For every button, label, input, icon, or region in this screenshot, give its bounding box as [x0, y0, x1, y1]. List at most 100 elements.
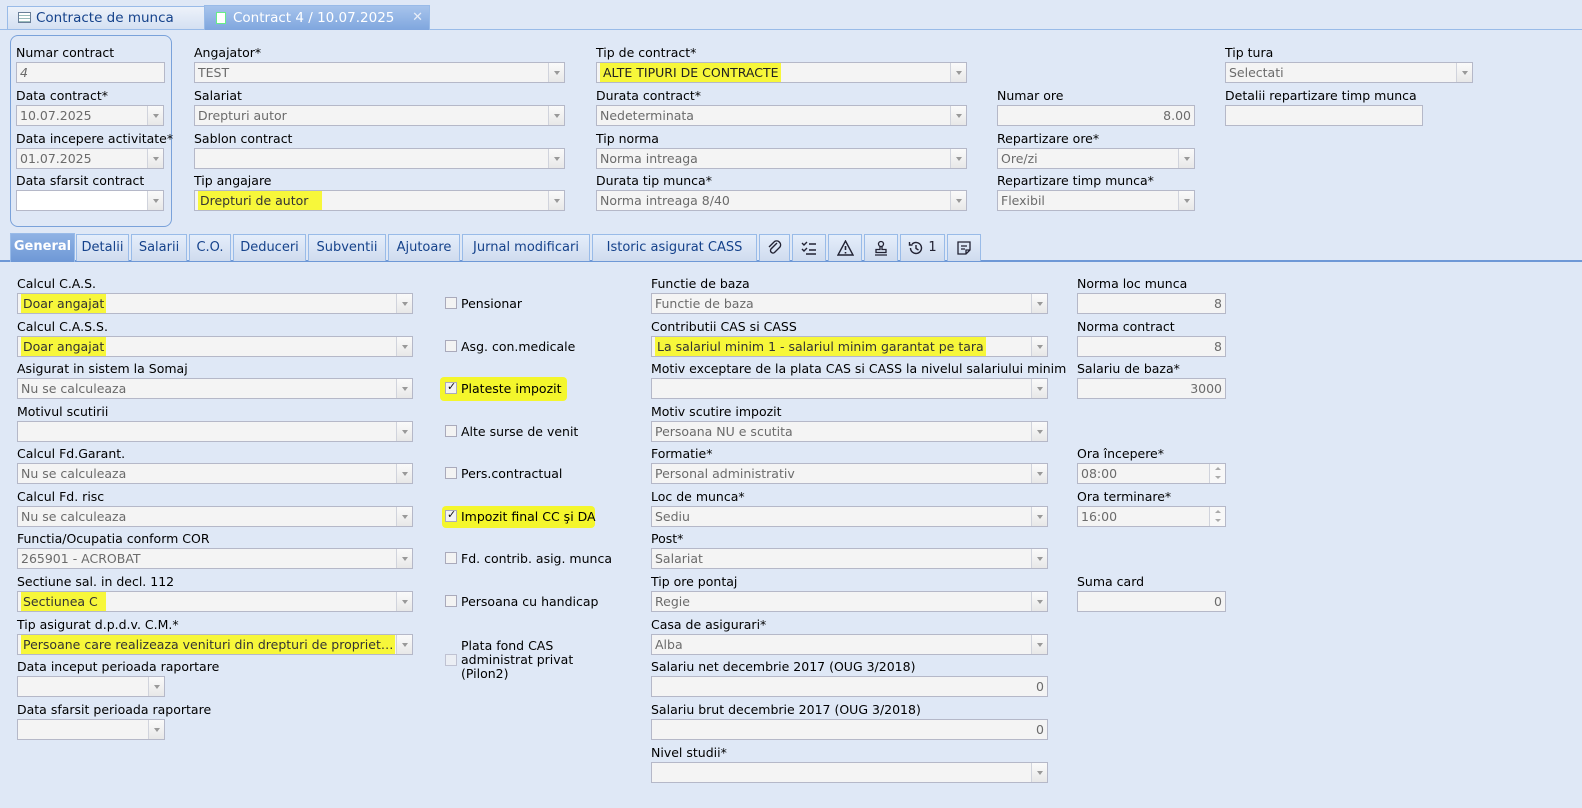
- repartizare-ore-field[interactable]: Ore/zi: [997, 148, 1195, 169]
- dropdown-icon[interactable]: [396, 294, 412, 313]
- tip-asigurat-field[interactable]: Persoane care realizeaza venituri din dr…: [17, 634, 413, 655]
- tab-general[interactable]: General: [10, 233, 75, 262]
- tab-jurnal-modificari[interactable]: Jurnal modificari: [462, 234, 590, 261]
- tab-contracte-de-munca[interactable]: Contracte de munca: [7, 6, 205, 29]
- dropdown-icon[interactable]: [1031, 592, 1047, 611]
- dropdown-icon[interactable]: [396, 379, 412, 398]
- dropdown-icon[interactable]: [548, 63, 564, 82]
- cor-field[interactable]: 265901 - ACROBAT: [17, 548, 413, 569]
- norma-contract-field[interactable]: 8: [1077, 336, 1226, 357]
- persoana-handicap-checkbox[interactable]: [445, 595, 457, 607]
- dropdown-icon[interactable]: [1031, 763, 1047, 782]
- alte-surse-checkbox[interactable]: [445, 425, 457, 437]
- date-trigger-icon[interactable]: [147, 106, 163, 125]
- dropdown-icon[interactable]: [396, 464, 412, 483]
- data-sfarsit-raportare-field[interactable]: [17, 719, 165, 740]
- fd-contrib-checkbox[interactable]: [445, 552, 457, 564]
- loc-de-munca-field[interactable]: Sediu: [651, 506, 1048, 527]
- date-trigger-icon[interactable]: [147, 149, 163, 168]
- casa-asigurari-field[interactable]: Alba: [651, 634, 1048, 655]
- dropdown-icon[interactable]: [396, 635, 412, 654]
- tab-stamp[interactable]: [864, 234, 898, 261]
- tab-istoric-asigurat-cass[interactable]: Istoric asigurat CASS: [592, 234, 757, 261]
- pensionar-checkbox[interactable]: [445, 297, 457, 309]
- date-trigger-icon[interactable]: [148, 720, 164, 739]
- dropdown-icon[interactable]: [1031, 507, 1047, 526]
- dropdown-icon[interactable]: [1031, 379, 1047, 398]
- repartizare-timp-field[interactable]: Flexibil: [997, 190, 1195, 211]
- fd-garant-field[interactable]: Nu se calculeaza: [17, 463, 413, 484]
- dropdown-icon[interactable]: [396, 337, 412, 356]
- sablon-field[interactable]: [194, 148, 565, 169]
- tab-ajutoare[interactable]: Ajutoare: [388, 234, 460, 261]
- dropdown-icon[interactable]: [1031, 549, 1047, 568]
- calcul-cass-field[interactable]: Doar angajat: [17, 336, 413, 357]
- tab-notes[interactable]: [947, 234, 981, 261]
- detalii-repartizare-field[interactable]: [1225, 105, 1423, 126]
- tab-warnings[interactable]: [828, 234, 862, 261]
- durata-contract-field[interactable]: Nedeterminata: [596, 105, 967, 126]
- numar-contract-field[interactable]: 4: [16, 62, 165, 83]
- suma-card-field[interactable]: 0: [1077, 591, 1226, 612]
- data-contract-field[interactable]: 10.07.2025: [16, 105, 164, 126]
- tab-contract-4[interactable]: Contract 4 / 10.07.2025 ✕: [204, 5, 430, 30]
- tip-tura-field[interactable]: Selectati: [1225, 62, 1473, 83]
- plateste-impozit-checkbox[interactable]: [445, 380, 457, 394]
- tip-norma-field[interactable]: Norma intreaga: [596, 148, 967, 169]
- dropdown-icon[interactable]: [1031, 464, 1047, 483]
- tip-ore-pontaj-field[interactable]: Regie: [651, 591, 1048, 612]
- calcul-cas-field[interactable]: Doar angajat: [17, 293, 413, 314]
- spinner-icon[interactable]: [1209, 464, 1225, 483]
- tab-subventii[interactable]: Subventii: [308, 234, 386, 261]
- dropdown-icon[interactable]: [1031, 635, 1047, 654]
- date-trigger-icon[interactable]: [147, 191, 163, 210]
- tip-contract-field[interactable]: ALTE TIPURI DE CONTRACTE: [596, 62, 967, 83]
- tip-angajare-field[interactable]: Drepturi de autor: [194, 190, 565, 211]
- dropdown-icon[interactable]: [396, 549, 412, 568]
- post-field[interactable]: Salariat: [651, 548, 1048, 569]
- tab-detalii[interactable]: Detalii: [76, 234, 129, 261]
- tab-deduceri[interactable]: Deduceri: [233, 234, 306, 261]
- dropdown-icon[interactable]: [548, 191, 564, 210]
- salariu-net-2017-field[interactable]: 0: [651, 676, 1048, 697]
- tab-attachments[interactable]: [759, 234, 790, 261]
- close-icon[interactable]: ✕: [412, 6, 423, 30]
- dropdown-icon[interactable]: [950, 149, 966, 168]
- nivel-studii-field[interactable]: [651, 762, 1048, 783]
- dropdown-icon[interactable]: [396, 507, 412, 526]
- dropdown-icon[interactable]: [950, 63, 966, 82]
- date-trigger-icon[interactable]: [148, 677, 164, 696]
- salariu-baza-field[interactable]: 3000: [1077, 378, 1226, 399]
- norma-loc-munca-field[interactable]: 8: [1077, 293, 1226, 314]
- dropdown-icon[interactable]: [950, 106, 966, 125]
- ora-incepere-field[interactable]: 08:00: [1077, 463, 1226, 484]
- dropdown-icon[interactable]: [950, 191, 966, 210]
- dropdown-icon[interactable]: [1031, 422, 1047, 441]
- numar-ore-field[interactable]: 8.00: [997, 105, 1195, 126]
- salariu-brut-2017-field[interactable]: 0: [651, 719, 1048, 740]
- tab-checklist[interactable]: [792, 234, 826, 261]
- tab-co[interactable]: C.O.: [189, 234, 231, 261]
- impozit-final-checkbox[interactable]: [445, 508, 457, 522]
- angajator-field[interactable]: TEST: [194, 62, 565, 83]
- dropdown-icon[interactable]: [396, 592, 412, 611]
- somaj-field[interactable]: Nu se calculeaza: [17, 378, 413, 399]
- tab-history[interactable]: 1: [900, 234, 945, 261]
- contributii-cas-cass-field[interactable]: La salariul minim 1 - salariul minim gar…: [651, 336, 1048, 357]
- dropdown-icon[interactable]: [1456, 63, 1472, 82]
- durata-tip-munca-field[interactable]: Norma intreaga 8/40: [596, 190, 967, 211]
- asg-con-medicale-checkbox[interactable]: [445, 340, 457, 352]
- fd-risc-field[interactable]: Nu se calculeaza: [17, 506, 413, 527]
- dropdown-icon[interactable]: [548, 149, 564, 168]
- sectiune-112-field[interactable]: Sectiunea C: [17, 591, 413, 612]
- pers-contractual-checkbox[interactable]: [445, 467, 457, 479]
- dropdown-icon[interactable]: [1031, 294, 1047, 313]
- dropdown-icon[interactable]: [1178, 149, 1194, 168]
- pilon2-checkbox[interactable]: [445, 654, 457, 666]
- dropdown-icon[interactable]: [396, 422, 412, 441]
- functie-baza-field[interactable]: Functie de baza: [651, 293, 1048, 314]
- formatie-field[interactable]: Personal administrativ: [651, 463, 1048, 484]
- ora-terminare-field[interactable]: 16:00: [1077, 506, 1226, 527]
- motiv-scutire-impozit-field[interactable]: Persoana NU e scutita: [651, 421, 1048, 442]
- motivul-scutirii-field[interactable]: [17, 421, 413, 442]
